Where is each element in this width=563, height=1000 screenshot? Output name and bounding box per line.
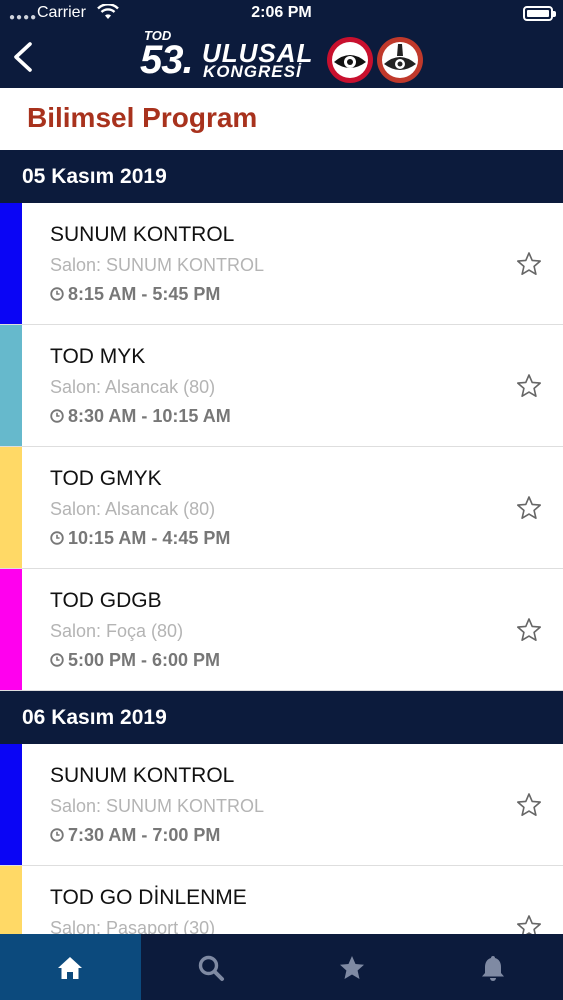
session-time-row: 5:00 PM - 6:00 PM	[50, 650, 220, 672]
clock-icon	[50, 287, 64, 301]
session-salon: Salon: Foça (80)	[50, 621, 184, 641]
favorite-star-icon[interactable]	[516, 792, 542, 818]
session-color-bar	[0, 447, 22, 568]
session-color-bar	[0, 569, 22, 690]
star-icon	[340, 956, 364, 979]
logo-number: 53.	[140, 38, 194, 82]
favorite-star-icon[interactable]	[516, 251, 542, 277]
session-time: 5:00 PM - 6:00 PM	[68, 650, 221, 670]
session-name: TOD MYK	[50, 345, 146, 368]
session-color-bar	[0, 203, 22, 324]
favorite-star-icon[interactable]	[516, 495, 542, 521]
tab-search[interactable]	[141, 934, 282, 1000]
session-name: TOD GO DİNLENME	[50, 886, 247, 909]
session-color-bar	[0, 325, 22, 446]
session-row[interactable]: TOD GMYK Salon: Alsancak (80) 10:15 AM -…	[0, 447, 563, 569]
clock-icon	[50, 653, 64, 667]
session-name: TOD GMYK	[50, 467, 162, 490]
home-icon	[58, 957, 82, 979]
session-name: TOD GDGB	[50, 589, 162, 612]
clock-icon	[50, 531, 64, 545]
session-row[interactable]: SUNUM KONTROL Salon: SUNUM KONTROL 8:15 …	[0, 203, 563, 325]
session-row[interactable]: TOD MYK Salon: Alsancak (80) 8:30 AM - 1…	[0, 325, 563, 447]
status-bar: ●●●● Carrier 2:06 PM	[0, 0, 563, 28]
session-salon: Salon: SUNUM KONTROL	[50, 796, 265, 816]
search-icon	[198, 955, 224, 981]
session-time-row: 8:30 AM - 10:15 AM	[50, 406, 231, 428]
eye-seal-icon	[327, 37, 373, 83]
tower-seal-icon	[377, 37, 423, 83]
navigation-bar: ●●●● Carrier 2:06 PM TOD 53. ULUSAL KONG…	[0, 0, 563, 88]
session-name: SUNUM KONTROL	[50, 764, 235, 787]
day-header: 05 Kasım 2019	[0, 150, 563, 203]
congress-logo: TOD 53. ULUSAL KONGRESİ	[140, 28, 430, 86]
session-row[interactable]: SUNUM KONTROL Salon: SUNUM KONTROL 7:30 …	[0, 744, 563, 866]
session-time-row: 8:15 AM - 5:45 PM	[50, 284, 220, 306]
session-time: 7:30 AM - 7:00 PM	[68, 825, 221, 845]
session-time: 8:15 AM - 5:45 PM	[68, 284, 221, 304]
clock-icon	[50, 828, 64, 842]
session-name: SUNUM KONTROL	[50, 223, 235, 246]
session-time: 10:15 AM - 4:45 PM	[68, 528, 231, 548]
logo-line2: KONGRESİ	[203, 62, 302, 81]
tab-notifications[interactable]	[423, 934, 563, 1000]
tab-home[interactable]	[0, 934, 141, 1000]
session-color-bar	[0, 744, 22, 865]
tab-bar	[0, 934, 563, 1000]
session-time-row: 7:30 AM - 7:00 PM	[50, 825, 220, 847]
session-salon: Salon: Alsancak (80)	[50, 499, 216, 519]
session-salon: Salon: Alsancak (80)	[50, 377, 216, 397]
session-salon: Salon: SUNUM KONTROL	[50, 255, 265, 275]
battery-icon	[523, 6, 556, 21]
tab-favorites[interactable]	[282, 934, 423, 1000]
session-time-row: 10:15 AM - 4:45 PM	[50, 528, 230, 550]
clock-time: 2:06 PM	[251, 4, 312, 21]
session-row[interactable]: TOD GDGB Salon: Foça (80) 5:00 PM - 6:00…	[0, 569, 563, 691]
favorite-star-icon[interactable]	[516, 373, 542, 399]
back-chevron-icon[interactable]	[8, 38, 38, 76]
session-time: 8:30 AM - 10:15 AM	[68, 406, 231, 426]
favorite-star-icon[interactable]	[516, 617, 542, 643]
clock-icon	[50, 409, 64, 423]
day-header: 06 Kasım 2019	[0, 691, 563, 744]
page-title: Bilimsel Program	[27, 102, 258, 133]
bell-icon	[482, 956, 504, 981]
